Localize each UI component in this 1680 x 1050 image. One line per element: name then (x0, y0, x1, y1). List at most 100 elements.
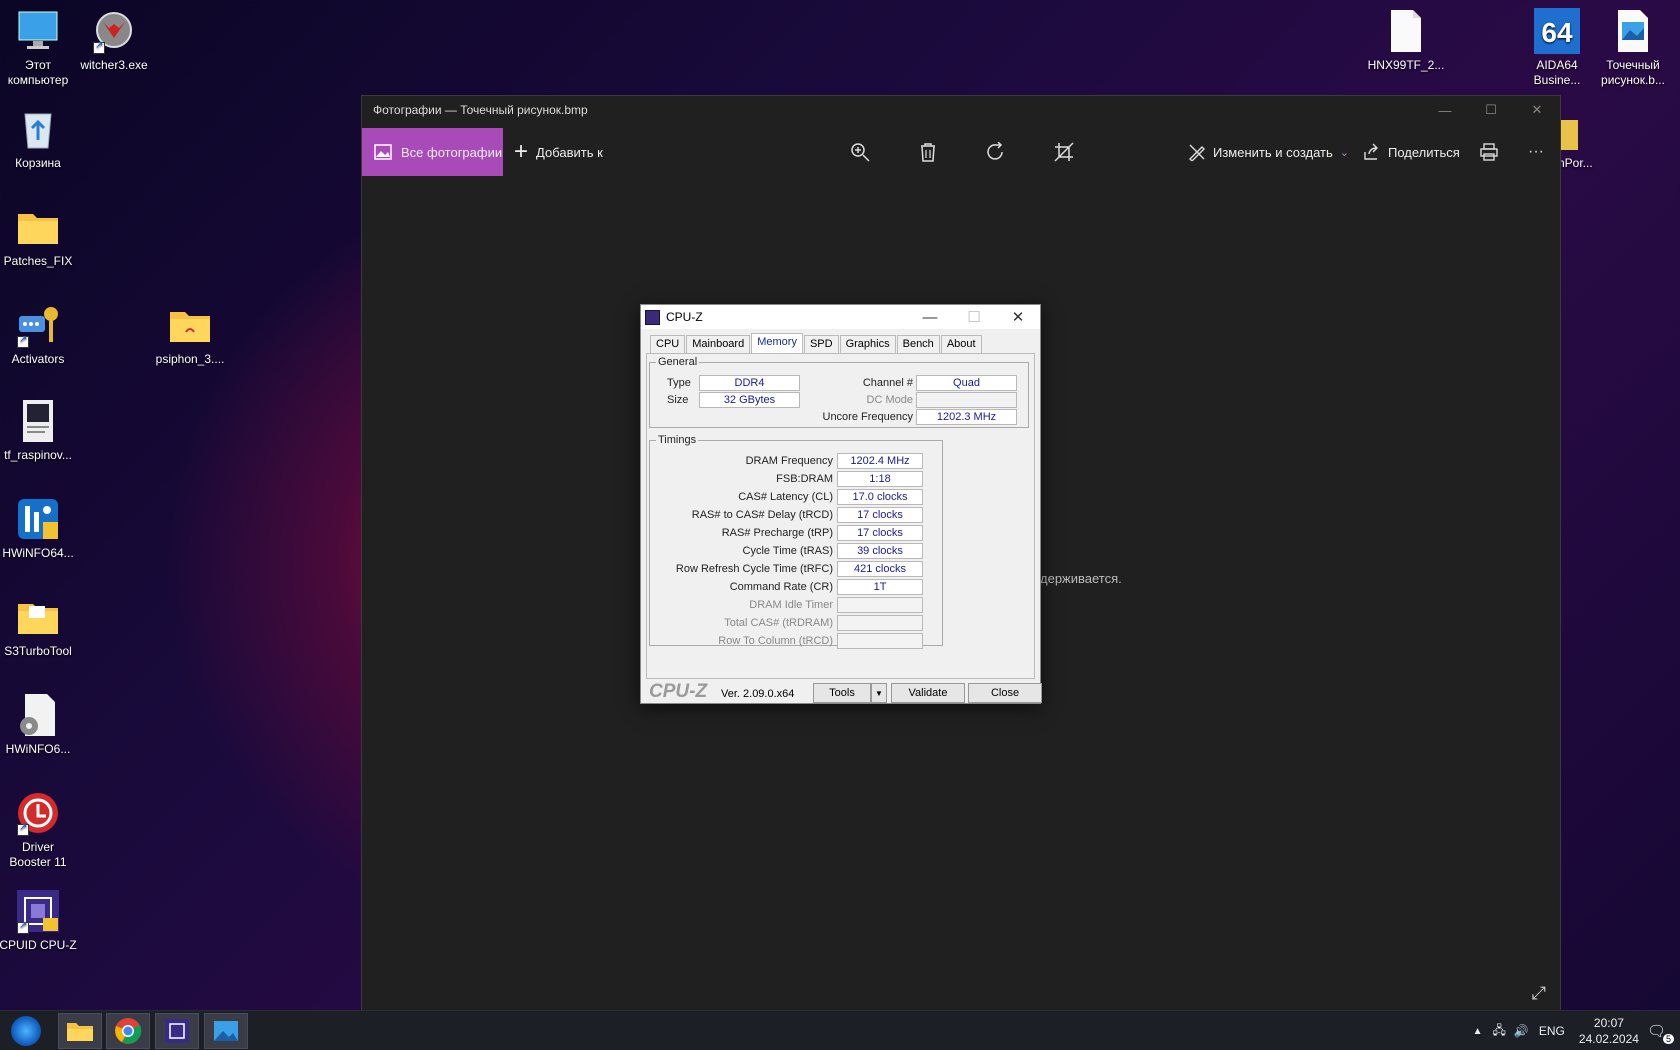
clock[interactable]: 20:07 24.02.2024 (1579, 1015, 1639, 1047)
show-hidden-icons-icon[interactable]: ▲ (1473, 1026, 1483, 1037)
print-button[interactable] (1469, 128, 1509, 176)
minimize-icon[interactable]: — (1422, 96, 1468, 124)
timing-value: 17 clocks (837, 525, 923, 541)
desktop-icon-hnx99tf[interactable]: HNX99TF_2... (1366, 8, 1446, 73)
folder-icon (15, 204, 61, 250)
version-label: Ver. 2.09.0.x64 (721, 688, 795, 700)
timings-legend: Timings (658, 434, 697, 446)
driver-booster-icon (15, 790, 61, 836)
size-label: Size (667, 394, 689, 406)
timing-value: 1202.4 MHz (837, 453, 923, 469)
close-button[interactable]: Close (968, 683, 1042, 703)
folder-icon (1558, 112, 1578, 152)
share-button[interactable]: Поделиться (1362, 128, 1460, 176)
photos-titlebar: Фотографии — Точечный рисунок.bmp (362, 96, 1560, 124)
desktop-icon-label: psiphon_3.... (155, 352, 225, 366)
desktop-icon-patches-fix[interactable]: Patches_FIX (0, 204, 78, 269)
tab-spd[interactable]: SPD (803, 335, 839, 353)
dcmode-label: DC Mode (866, 394, 913, 406)
desktop-icon-tf-raspinov[interactable]: tf_raspinov... (0, 398, 78, 463)
taskbar: ▲ 🖧 🔊 ENG 20:07 24.02.2024 🗨 5 (0, 1010, 1680, 1050)
tools-button[interactable]: Tools (813, 683, 871, 703)
cpuz-window: CPU-Z — ☐ ✕ CPU Mainboard Memory SPD Gra… (640, 304, 1042, 704)
photos-icon (214, 1021, 238, 1041)
timing-value (837, 597, 923, 613)
taskbar-cpuz[interactable] (155, 1013, 199, 1049)
size-value: 32 GBytes (699, 392, 800, 408)
all-photos-button[interactable]: Все фотографии (362, 128, 503, 176)
desktop-icon-witcher3[interactable]: witcher3.exe (74, 8, 154, 73)
desktop-icon-label: Этот компьютер (7, 58, 69, 87)
desktop-icon-hwinfo64[interactable]: HWiNFO64... (0, 496, 78, 561)
taskbar-file-explorer[interactable] (58, 1013, 102, 1049)
tab-bench[interactable]: Bench (896, 335, 940, 353)
desktop-icon-s3turbotool[interactable]: S3TurboTool (0, 594, 78, 659)
desktop-icon-label: witcher3.exe (80, 58, 148, 72)
tab-graphics[interactable]: Graphics (839, 335, 896, 353)
crop-button[interactable] (1044, 128, 1084, 176)
maximize-icon[interactable]: ☐ (1468, 96, 1514, 124)
timing-label: Row To Column (tRCD) (718, 635, 833, 647)
recycle-bin-icon (15, 106, 61, 152)
add-to-label: Добавить к (536, 144, 603, 160)
timing-label: Command Rate (CR) (729, 581, 833, 593)
zoom-in-button[interactable] (840, 128, 880, 176)
desktop-icon-label: AIDA64 Busine... (1533, 58, 1581, 87)
close-icon[interactable]: ✕ (1514, 96, 1560, 124)
desktop-icon-recycle-bin[interactable]: Корзина (0, 106, 78, 171)
cpuz-window-controls: — ☐ ✕ (908, 305, 1040, 329)
channel-value: Quad (916, 375, 1017, 391)
tools-dropdown-button[interactable]: ▼ (871, 683, 887, 703)
desktop-icon-label: HWiNFO64... (2, 546, 74, 560)
blank-file-icon (1383, 8, 1429, 54)
delete-button[interactable] (908, 128, 948, 176)
timing-label: DRAM Frequency (745, 455, 833, 467)
desktop-icon-activators[interactable]: Activators (0, 302, 78, 367)
desktop-icon-cpuz[interactable]: CPUID CPU-Z (0, 888, 78, 953)
folder-icon (167, 302, 213, 348)
language-indicator[interactable]: ENG (1539, 1024, 1565, 1038)
chrome-icon (115, 1018, 142, 1044)
taskbar-photos[interactable] (204, 1013, 248, 1049)
tab-about[interactable]: About (940, 335, 982, 353)
validate-button[interactable]: Validate (891, 683, 965, 703)
desktop-icon-this-pc[interactable]: Этот компьютер (0, 8, 78, 88)
minimize-icon[interactable]: — (908, 305, 952, 329)
desktop-icon-aida64[interactable]: 64 AIDA64 Busine... (1517, 8, 1597, 88)
type-value: DDR4 (699, 375, 800, 391)
hwinfo-icon (15, 496, 61, 542)
uncore-frequency-label: Uncore Frequency (822, 411, 914, 423)
volume-icon[interactable]: 🔊 (1514, 1024, 1529, 1038)
add-to-button[interactable]: + Добавить к (514, 128, 603, 176)
dcmode-value (916, 392, 1017, 408)
cpuz-tabs: CPU Mainboard Memory SPD Graphics Bench … (650, 333, 983, 353)
close-icon[interactable]: ✕ (996, 305, 1040, 329)
clock-date: 24.02.2024 (1578, 1032, 1639, 1046)
photos-toolbar: Все фотографии + Добавить к Изменить и с… (362, 128, 1560, 176)
rotate-icon (987, 142, 1003, 160)
tab-mainboard[interactable]: Mainboard (686, 335, 751, 353)
photos-title: Фотографии — Точечный рисунок.bmp (373, 103, 588, 117)
desktop-icon-psiphon[interactable]: psiphon_3.... (150, 302, 230, 367)
network-icon[interactable]: 🖧 (1493, 1021, 1506, 1042)
taskbar-chrome[interactable] (106, 1013, 150, 1049)
desktop-icon-bmp-file[interactable]: Точечный рисунок.b... (1593, 8, 1673, 88)
timing-value: 39 clocks (837, 543, 923, 559)
desktop-icon-hwinfo6[interactable]: HWiNFO6... (0, 692, 78, 757)
timing-label: CAS# Latency (CL) (738, 491, 833, 503)
more-options-button[interactable]: ··· (1516, 128, 1556, 176)
edit-create-button[interactable]: Изменить и создать ⌄ (1188, 128, 1349, 176)
type-label: Type (667, 377, 691, 389)
tab-cpu[interactable]: CPU (650, 335, 686, 353)
desktop-icon-driver-booster[interactable]: Driver Booster 11 (0, 790, 78, 870)
timing-label: RAS# to CAS# Delay (tRCD) (691, 509, 833, 521)
expand-icon[interactable]: ⤢ (1532, 983, 1546, 1004)
tab-memory[interactable]: Memory (751, 333, 803, 353)
start-button[interactable] (4, 1014, 48, 1048)
folder-icon (15, 594, 61, 640)
shortcut-arrow-icon (17, 334, 29, 348)
rotate-button[interactable] (976, 128, 1016, 176)
notifications-icon[interactable]: 🗨 5 (1647, 1022, 1674, 1044)
timing-value (837, 615, 923, 631)
timing-value: 1:18 (837, 471, 923, 487)
